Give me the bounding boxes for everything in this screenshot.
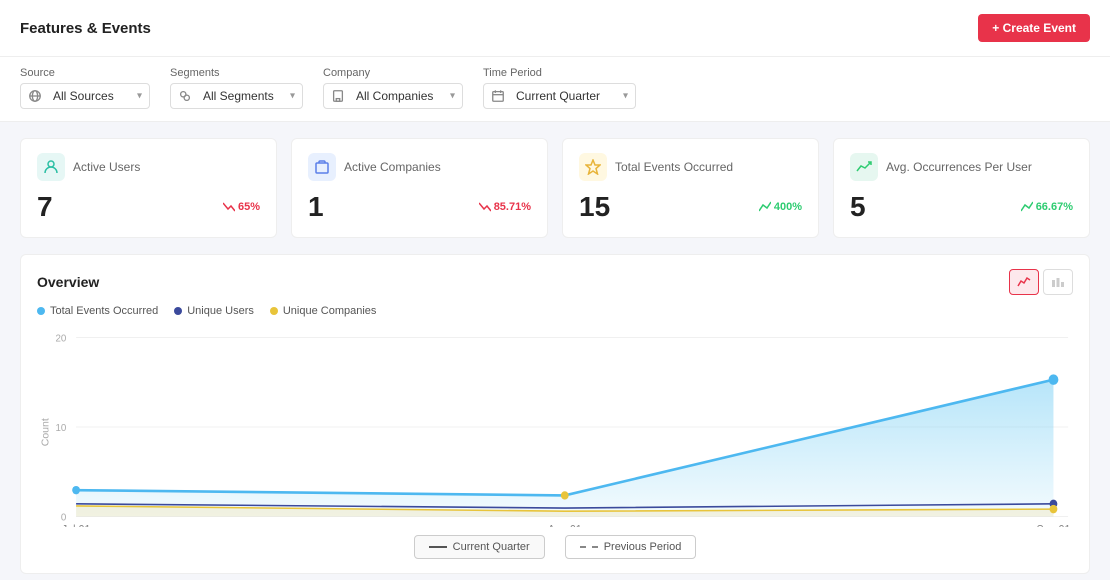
active-companies-title: Active Companies: [344, 160, 441, 174]
segments-filter-group: Segments All Segments ▾: [170, 67, 303, 109]
chart-legend: Total Events Occurred Unique Users Uniqu…: [37, 305, 1073, 317]
total-events-change: 400%: [759, 201, 802, 213]
legend-total-events: Total Events Occurred: [37, 305, 158, 317]
active-companies-value: 1: [308, 191, 324, 223]
stat-card-active-users-header: Active Users: [37, 153, 260, 181]
current-quarter-label: Current Quarter: [453, 541, 530, 553]
segments-select-wrapper[interactable]: All Segments ▾: [170, 83, 303, 109]
active-users-title: Active Users: [73, 160, 140, 174]
point-total-sep: [1049, 374, 1059, 385]
time-period-select[interactable]: Current Quarter Previous Quarter Last 30…: [483, 83, 636, 109]
avg-occurrences-body: 5 66.67%: [850, 191, 1073, 223]
active-users-icon: [37, 153, 65, 181]
legend-unique-users: Unique Users: [174, 305, 254, 317]
line-chart-button[interactable]: [1009, 269, 1039, 295]
avg-occurrences-change: 66.67%: [1021, 201, 1073, 213]
line-chart-icon: [1017, 275, 1031, 289]
avg-occurrences-value: 5: [850, 191, 866, 223]
stat-card-active-users: Active Users 7 65%: [20, 138, 277, 238]
legend-dot-total-events: [37, 307, 45, 315]
overview-chart: 20 10 0 Count: [37, 327, 1073, 527]
bar-chart-button[interactable]: [1043, 269, 1073, 295]
company-select[interactable]: All Companies: [323, 83, 463, 109]
legend-label-unique-companies: Unique Companies: [283, 305, 377, 317]
stat-card-active-companies: Active Companies 1 85.71%: [291, 138, 548, 238]
dashed-line-icon: [580, 546, 598, 548]
active-companies-change: 85.71%: [479, 201, 531, 213]
overview-section: Overview: [20, 254, 1090, 574]
period-buttons: Current Quarter Previous Period: [37, 535, 1073, 559]
overview-title: Overview: [37, 274, 99, 290]
previous-period-button[interactable]: Previous Period: [565, 535, 697, 559]
time-period-label: Time Period: [483, 67, 636, 79]
active-users-body: 7 65%: [37, 191, 260, 223]
source-select[interactable]: All Sources: [20, 83, 150, 109]
company-select-wrapper[interactable]: All Companies ▾: [323, 83, 463, 109]
create-event-button[interactable]: + Create Event: [978, 14, 1090, 42]
svg-text:20: 20: [55, 333, 66, 344]
stat-card-active-companies-header: Active Companies: [308, 153, 531, 181]
avg-occurrences-icon: [850, 153, 878, 181]
time-period-filter-group: Time Period Current Quarter Previous Qua…: [483, 67, 636, 109]
header: Features & Events + Create Event: [0, 0, 1110, 57]
total-events-icon: [579, 153, 607, 181]
page-title: Features & Events: [20, 20, 151, 37]
source-select-wrapper[interactable]: All Sources ▾: [20, 83, 150, 109]
current-quarter-button[interactable]: Current Quarter: [414, 535, 545, 559]
stat-card-total-events-header: Total Events Occurred: [579, 153, 802, 181]
time-period-select-wrapper[interactable]: Current Quarter Previous Quarter Last 30…: [483, 83, 636, 109]
point-companies-sep: [1050, 505, 1058, 513]
main-content: Active Users 7 65%: [0, 122, 1110, 580]
legend-label-unique-users: Unique Users: [187, 305, 254, 317]
company-filter-group: Company All Companies ▾: [323, 67, 463, 109]
down-trend-icon-2: [479, 201, 491, 213]
up-trend-icon: [759, 201, 771, 213]
svg-text:0: 0: [61, 512, 67, 523]
chart-area: 20 10 0 Count: [37, 327, 1073, 527]
active-users-value: 7: [37, 191, 53, 223]
active-companies-body: 1 85.71%: [308, 191, 531, 223]
segments-select[interactable]: All Segments: [170, 83, 303, 109]
segments-label: Segments: [170, 67, 303, 79]
total-events-body: 15 400%: [579, 191, 802, 223]
stat-card-total-events: Total Events Occurred 15 400%: [562, 138, 819, 238]
solid-line-icon: [429, 546, 447, 548]
previous-period-label: Previous Period: [604, 541, 682, 553]
source-label: Source: [20, 67, 150, 79]
point-yellow-aug: [561, 491, 569, 499]
filters-bar: Source All Sources ▾ Segments: [0, 57, 1110, 122]
total-events-value: 15: [579, 191, 610, 223]
down-trend-icon: [223, 201, 235, 213]
legend-unique-companies: Unique Companies: [270, 305, 377, 317]
up-trend-icon-2: [1021, 201, 1033, 213]
legend-dot-unique-users: [174, 307, 182, 315]
legend-dot-unique-companies: [270, 307, 278, 315]
svg-text:10: 10: [55, 423, 66, 434]
bar-chart-icon: [1051, 275, 1065, 289]
total-events-title: Total Events Occurred: [615, 160, 733, 174]
stat-card-avg-header: Avg. Occurrences Per User: [850, 153, 1073, 181]
active-companies-icon: [308, 153, 336, 181]
company-label: Company: [323, 67, 463, 79]
svg-text:Count: Count: [41, 418, 52, 446]
active-users-change: 65%: [223, 201, 260, 213]
legend-label-total-events: Total Events Occurred: [50, 305, 158, 317]
overview-header: Overview: [37, 269, 1073, 295]
svg-text:Jul 01: Jul 01: [62, 524, 91, 527]
avg-occurrences-title: Avg. Occurrences Per User: [886, 160, 1032, 174]
chart-type-buttons: [1009, 269, 1073, 295]
svg-text:Aug 01: Aug 01: [548, 524, 582, 527]
stat-card-avg-occurrences: Avg. Occurrences Per User 5 66.67%: [833, 138, 1090, 238]
svg-text:Sep 01: Sep 01: [1036, 524, 1070, 527]
point-total-jul: [72, 486, 80, 494]
source-filter-group: Source All Sources ▾: [20, 67, 150, 109]
stat-cards-row: Active Users 7 65%: [20, 138, 1090, 238]
